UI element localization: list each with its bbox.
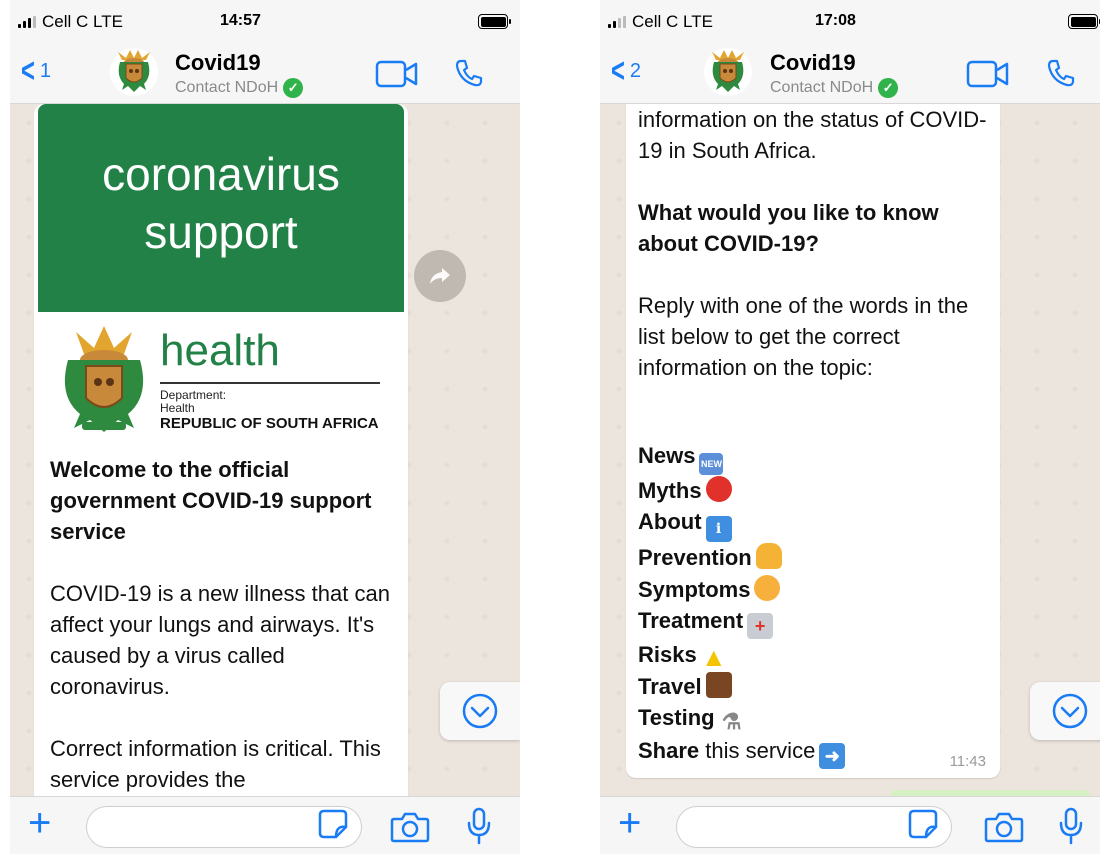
input-bar: +	[600, 796, 1100, 854]
message-instruction: Reply with one of the words in the list …	[638, 293, 969, 380]
topic-list: News NEW Myths About i Prevention Symptoms…	[638, 440, 994, 770]
video-call-icon[interactable]	[375, 60, 419, 88]
verified-icon: ✓	[283, 78, 304, 98]
carrier-label: Cell C LTE	[42, 12, 123, 31]
info-icon: i	[705, 516, 732, 543]
left-screen: Cell C LTE 14:57 < 1 Covid19 Contact NDo…	[10, 0, 520, 854]
chat-subtitle: Contact NDoH	[175, 79, 279, 96]
list-item: Myths	[638, 475, 994, 506]
message-text: Welcome to the official government COVID…	[50, 454, 402, 796]
microscope-icon: ⚗	[721, 709, 742, 735]
message-time: 11:43	[949, 753, 986, 770]
message-para2: Correct information is critical. This se…	[50, 736, 381, 792]
hospital-icon: +	[747, 612, 774, 639]
logo-dept2: Health	[160, 401, 195, 415]
list-item: Treatment +	[638, 605, 994, 639]
sticker-icon[interactable]	[316, 807, 350, 841]
banner-image: coronavirus support	[38, 104, 404, 312]
signal-icon	[18, 16, 36, 28]
sticker-icon[interactable]	[906, 807, 940, 841]
logo-country: REPUBLIC OF SOUTH AFRICA	[160, 415, 379, 432]
chat-header: < 2 Covid19 Contact NDoH ✓	[600, 42, 1100, 104]
message-bubble[interactable]: information on the status of COVID-19 in…	[626, 104, 1000, 778]
banner-line1: coronavirus	[102, 148, 340, 200]
forward-button[interactable]	[414, 250, 466, 302]
camera-icon[interactable]	[984, 811, 1024, 843]
thumbs-up-icon	[755, 543, 782, 570]
suitcase-icon	[705, 671, 732, 698]
logo-word: health	[160, 326, 280, 375]
message-bubble[interactable]: coronavirus support health Department: H…	[34, 104, 408, 796]
chevron-left-icon: <	[610, 52, 625, 90]
coat-of-arms-icon	[64, 326, 144, 432]
header-info[interactable]: Covid19 Contact NDoH ✓	[770, 50, 899, 98]
avatar[interactable]	[704, 48, 752, 96]
carrier-label: Cell C LTE	[632, 12, 713, 31]
chat-title: Covid19	[175, 50, 261, 75]
warning-icon: ▲	[700, 641, 727, 672]
new-badge-icon: NEW	[699, 453, 724, 475]
voice-call-icon[interactable]	[1046, 58, 1076, 88]
status-bar: Cell C LTE 14:57	[10, 0, 520, 42]
list-item: Risks ▲	[638, 641, 727, 672]
chat-area[interactable]: coronavirus support health Department: H…	[10, 104, 520, 796]
input-bar: +	[10, 796, 520, 854]
chevron-down-icon	[1052, 693, 1088, 729]
battery-icon	[1068, 14, 1100, 29]
unread-count: 2	[629, 59, 641, 82]
video-call-icon[interactable]	[966, 60, 1010, 88]
message-para1: COVID-19 is a new illness that can affec…	[50, 581, 390, 699]
battery-icon	[478, 14, 511, 29]
avatar[interactable]	[110, 48, 158, 96]
clock: 17:08	[815, 12, 856, 29]
message-question: What would you like to know about COVID-…	[638, 200, 939, 256]
sick-face-icon	[754, 574, 781, 601]
message-intro: information on the status of COVID-19 in…	[638, 107, 987, 163]
chat-subtitle: Contact NDoH	[770, 79, 874, 96]
header-info[interactable]: Covid19 Contact NDoH ✓	[175, 50, 304, 98]
message-heading: Welcome to the official government COVID…	[50, 457, 372, 544]
voice-call-icon[interactable]	[454, 58, 484, 88]
arrow-right-icon: ➜	[819, 743, 846, 770]
back-button[interactable]: < 2	[608, 52, 641, 90]
chat-header: < 1 Covid19 Contact NDoH ✓	[10, 42, 520, 104]
scroll-down-button[interactable]	[1030, 682, 1100, 740]
chat-area[interactable]: information on the status of COVID-19 in…	[600, 104, 1100, 796]
microphone-icon[interactable]	[1058, 807, 1084, 845]
share-arrow-icon	[430, 268, 450, 284]
plus-icon[interactable]: +	[618, 803, 641, 843]
verified-icon: ✓	[878, 78, 899, 98]
list-item: News NEW	[638, 440, 994, 475]
chat-title: Covid19	[770, 50, 856, 75]
chevron-down-icon	[462, 693, 498, 729]
right-screen: Cell C LTE 17:08 < 2 Covid19 Contact NDo…	[600, 0, 1100, 854]
banner-line2: support	[144, 206, 298, 258]
list-item: Travel	[638, 671, 994, 702]
chevron-left-icon: <	[20, 52, 35, 90]
health-logo: health Department: Health REPUBLIC OF SO…	[38, 312, 404, 442]
list-item: Share this service ➜	[638, 735, 994, 770]
scroll-down-button[interactable]	[440, 682, 520, 740]
logo-divider	[160, 382, 380, 384]
list-item: Prevention	[638, 542, 994, 573]
microphone-icon[interactable]	[466, 807, 492, 845]
unread-count: 1	[39, 59, 51, 82]
back-button[interactable]: < 1	[18, 52, 51, 90]
plus-icon[interactable]: +	[28, 803, 51, 843]
stop-sign-icon	[705, 476, 732, 502]
camera-icon[interactable]	[390, 811, 430, 843]
status-bar: Cell C LTE 17:08	[600, 0, 1100, 42]
message-text: information on the status of COVID-19 in…	[638, 104, 994, 414]
signal-icon	[608, 16, 626, 28]
list-item: Symptoms	[638, 574, 994, 605]
clock: 14:57	[220, 12, 261, 29]
logo-dept: Department:	[160, 388, 227, 402]
list-item: About i	[638, 506, 994, 543]
list-item: Testing ⚗	[638, 702, 994, 735]
